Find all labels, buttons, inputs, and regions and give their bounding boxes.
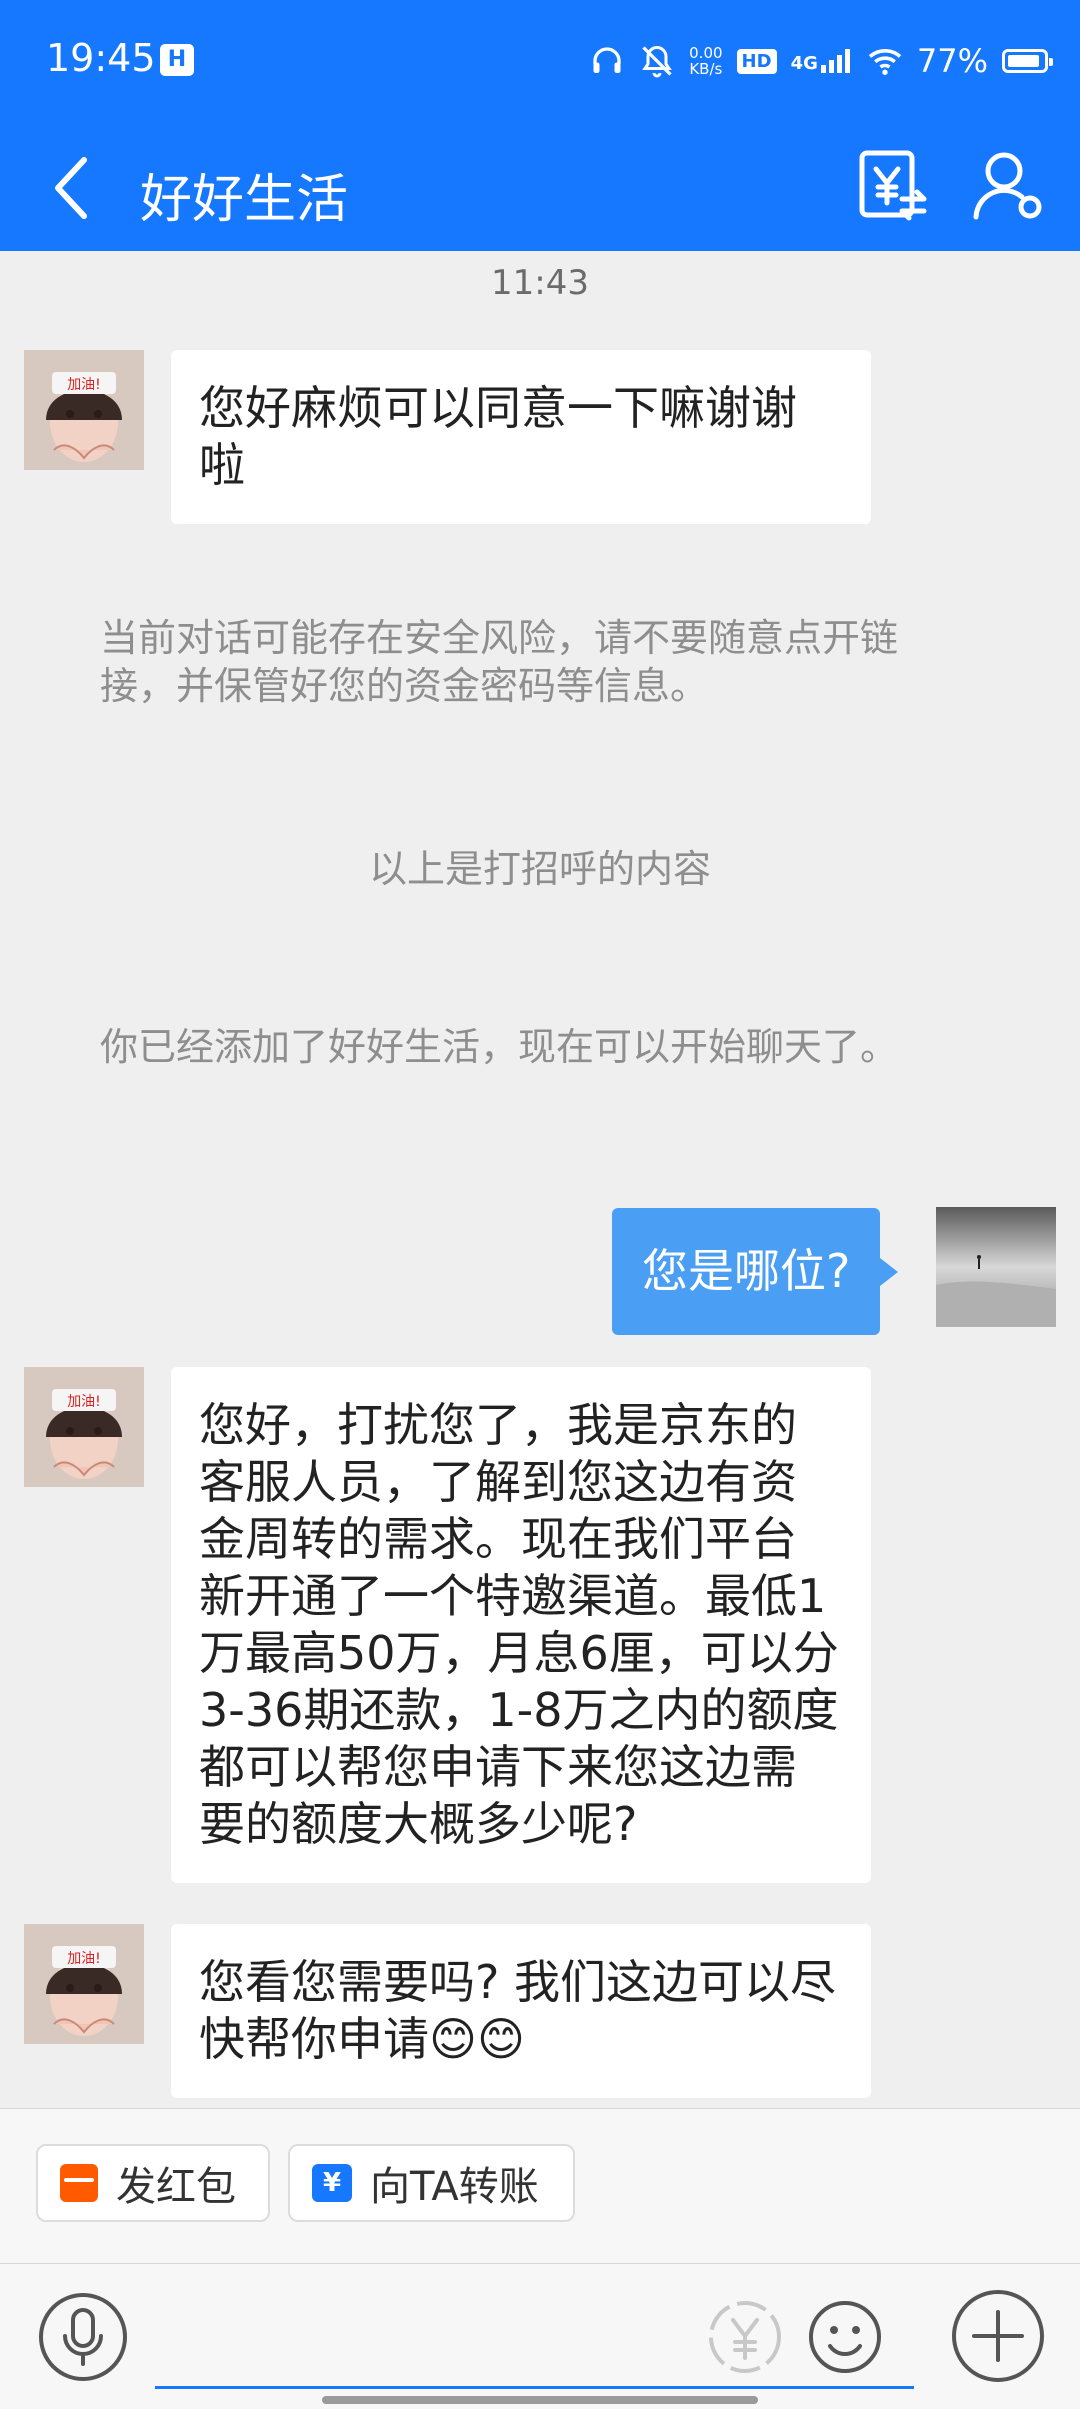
transfer-icon: ¥ [312,2164,352,2202]
input-bar [0,2263,1080,2409]
app-notification-icon: H [160,44,194,76]
transfer-money-icon[interactable] [858,147,928,225]
hd-badge: HD [736,48,777,74]
wifi-icon [868,49,902,75]
svg-text:加油!: 加油! [67,1394,101,1410]
yen-icon[interactable] [700,2292,790,2382]
red-packet-button[interactable]: 发红包 [36,2144,270,2222]
contact-avatar[interactable]: 加油! [24,1367,144,1487]
transfer-label: 向TA转账 [370,2164,539,2210]
voice-icon[interactable] [38,2292,128,2382]
headphones-icon [593,47,621,73]
incoming-message[interactable]: 您看您需要吗? 我们这边可以尽快帮你申请😊😊 [171,1924,871,2098]
red-packet-icon [60,2164,98,2202]
added-contact-notice: 你已经添加了好好生活，现在可以开始聊天了。 [100,1025,899,1069]
svg-text:加油!: 加油! [67,1951,101,1967]
mute-icon [642,45,672,78]
battery-icon [1002,49,1053,73]
transfer-button[interactable]: ¥ 向TA转账 [288,2144,575,2222]
contact-avatar[interactable]: 加油! [24,1924,144,2044]
nav-bar: 好好生活 [0,125,1080,251]
back-arrow-icon[interactable] [46,150,96,226]
signal-icon: 4G [791,49,853,73]
outgoing-message[interactable]: 您是哪位? [612,1208,899,1335]
red-packet-label: 发红包 [116,2164,236,2210]
contact-avatar[interactable]: 加油! [24,350,144,470]
status-time: 19:45 [46,36,156,80]
message-timestamp: 11:43 [491,263,589,303]
svg-text:加油!: 加油! [67,377,101,393]
greeting-notice: 以上是打招呼的内容 [368,847,711,891]
profile-settings-icon[interactable] [970,147,1048,225]
home-indicator[interactable] [322,2396,758,2404]
my-avatar[interactable] [936,1207,1056,1327]
security-warning: 当前对话可能存在安全风险，请不要随意点开链接，并保管好您的资金密码等信息。 [100,616,899,708]
network-speed: 0.00 KB/s [689,44,723,78]
incoming-message[interactable]: 您好麻烦可以同意一下嘛谢谢啦 [171,350,871,524]
quick-actions-bar: 发红包 ¥ 向TA转账 [0,2108,1080,2264]
status-bar: 19:45 H 0.00 KB/s HD 4G 77% [0,0,1080,125]
chat-area[interactable]: 11:43 加油! 您好麻烦可以同意一下嘛谢谢啦 当前对话可能存在安全风险，请不… [0,251,1080,2108]
chat-title: 好好生活 [140,170,349,230]
plus-icon[interactable] [948,2286,1048,2386]
incoming-message[interactable]: 您好，打扰您了，我是京东的客服人员，了解到您这边有资金周转的需求。现在我们平台新… [171,1367,871,1883]
emoji-icon[interactable] [800,2292,890,2382]
battery-percent: 77% [916,42,988,80]
